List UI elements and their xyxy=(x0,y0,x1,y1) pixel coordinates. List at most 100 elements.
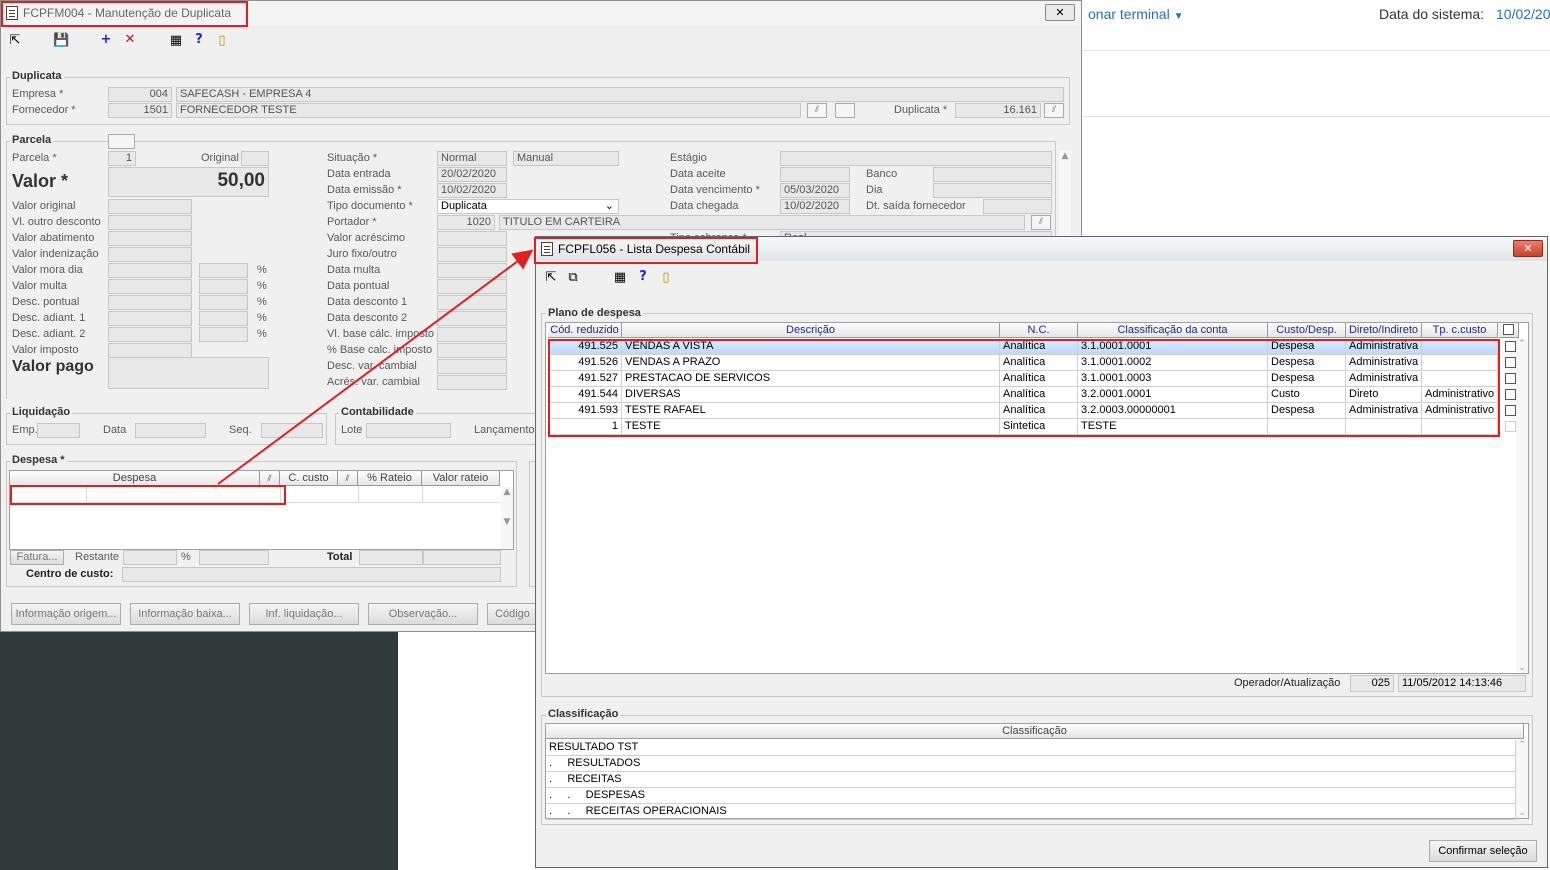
parcela-mid-field[interactable] xyxy=(437,343,507,358)
inf-liquidacao-button[interactable]: Inf. liquidação... xyxy=(249,603,359,625)
parcela-left-field[interactable] xyxy=(108,199,192,214)
ccusto-col-header[interactable]: C. custo xyxy=(280,471,338,486)
parcela-mid-field[interactable] xyxy=(437,279,507,294)
parcela-mid-field[interactable] xyxy=(437,247,507,262)
classificacao-row[interactable]: . RESULTADOS xyxy=(546,756,1516,772)
close-button[interactable]: ✕ xyxy=(1045,4,1075,21)
row-checkbox[interactable] xyxy=(1505,421,1516,432)
despesa-col-header[interactable]: Despesa xyxy=(10,471,260,486)
parcela-percent-field[interactable] xyxy=(199,263,248,278)
original-field[interactable] xyxy=(241,151,269,166)
calculator-icon[interactable]: ▦ xyxy=(612,270,628,286)
duplicata-search-button[interactable]: ⫽ xyxy=(1044,103,1064,118)
parcela-left-field[interactable] xyxy=(108,327,192,342)
classificacao-row[interactable]: . . RECEITAS OPERACIONAIS xyxy=(546,804,1516,820)
list-window-title: FCPFL056 - Lista Despesa Contábil xyxy=(558,242,751,256)
data-aceite-field[interactable] xyxy=(780,167,850,182)
classificacao-col-header[interactable]: Classificação xyxy=(546,724,1524,739)
add-icon[interactable]: + xyxy=(98,32,114,48)
parcela-mid-field[interactable] xyxy=(437,311,507,326)
parcela-mid-field[interactable] xyxy=(437,327,507,342)
parcela-left-field[interactable] xyxy=(108,343,192,358)
help-icon[interactable]: ? xyxy=(191,32,207,48)
fornecedor-search-button[interactable]: ⫽ xyxy=(807,103,827,118)
door-exit-icon[interactable]: ▯ xyxy=(658,270,674,286)
data-entrada-field[interactable]: 20/02/2020 xyxy=(437,167,507,182)
parcela-percent-field[interactable] xyxy=(199,279,248,294)
save-icon[interactable]: 💾 xyxy=(53,33,69,49)
parcela-field[interactable]: 1 xyxy=(108,151,136,166)
parcela-left-field[interactable] xyxy=(108,311,192,326)
parcela-mid-field[interactable] xyxy=(437,295,507,310)
plano-col-header-codigo[interactable]: Cód. reduzido xyxy=(548,323,622,338)
informacao-baixa-button[interactable]: Informação baixa... xyxy=(130,603,240,625)
delete-icon[interactable]: ✕ xyxy=(122,32,138,48)
parcela-percent-field[interactable] xyxy=(199,327,248,342)
calculator-icon[interactable]: ▦ xyxy=(168,33,184,49)
exit-icon[interactable]: ⇱ xyxy=(543,270,559,286)
row-checkbox[interactable] xyxy=(1505,373,1516,384)
rateio-col-header[interactable]: % Rateio xyxy=(358,471,422,486)
parcela-scrollbar[interactable]: ▲ xyxy=(1059,151,1071,241)
parcela-percent-field[interactable] xyxy=(199,311,248,326)
despesa-row[interactable] xyxy=(10,487,500,503)
parcela-nav-button[interactable] xyxy=(108,134,135,149)
confirmar-selecao-button[interactable]: Confirmar seleção xyxy=(1429,840,1537,862)
door-exit-icon[interactable]: ▯ xyxy=(214,33,230,49)
parcela-left-field[interactable] xyxy=(108,295,192,310)
select-all-header[interactable] xyxy=(1499,323,1519,338)
tipo-documento-select[interactable]: Duplicata ⌄ xyxy=(437,199,619,214)
codigo-button[interactable]: Código xyxy=(487,603,537,625)
parcela-left-field[interactable] xyxy=(108,263,192,278)
copy-icon[interactable]: ⧉ xyxy=(565,270,581,286)
despesa-search-icon[interactable]: ⫽ xyxy=(260,471,280,486)
portador-search-button[interactable]: ⫽ xyxy=(1031,215,1051,230)
informacao-origem-button[interactable]: Informação origem... xyxy=(11,603,121,625)
observacao-button[interactable]: Observação... xyxy=(368,603,478,625)
classificacao-row[interactable]: . . DESPESAS xyxy=(546,788,1516,804)
parcela-left-field[interactable] xyxy=(108,231,192,246)
terminal-link[interactable]: onar terminal ▼ xyxy=(1088,6,1184,22)
classificacao-row[interactable]: RESULTADO TST xyxy=(546,740,1516,756)
empresa-code-field[interactable]: 004 xyxy=(108,87,172,102)
exit-icon[interactable]: ⇱ xyxy=(7,33,23,49)
parcela-mid-field[interactable] xyxy=(437,263,507,278)
dt-saida-field[interactable] xyxy=(983,199,1052,214)
select-all-checkbox[interactable] xyxy=(1503,324,1514,335)
parcela-left-field[interactable] xyxy=(108,215,192,230)
valor-rateio-col-header[interactable]: Valor rateio xyxy=(422,471,500,486)
row-checkbox[interactable] xyxy=(1505,341,1516,352)
row-checkbox[interactable] xyxy=(1505,405,1516,416)
despesa-scrollbar[interactable]: ▲ ▼ xyxy=(501,487,513,549)
parcela-mid-field[interactable] xyxy=(437,231,507,246)
fatura-button[interactable]: Fatura... xyxy=(10,550,64,565)
fornecedor-code-field[interactable]: 1501 xyxy=(108,103,172,118)
close-button[interactable]: ✕ xyxy=(1513,240,1543,257)
plano-col-header-classificacao[interactable]: Classificação da conta xyxy=(1078,323,1268,338)
plano-scrollbar[interactable]: ⌃ ⌄ xyxy=(1516,339,1528,673)
parcela-mid-field[interactable] xyxy=(437,375,507,390)
data-chegada-field[interactable]: 10/02/2020 xyxy=(780,199,850,214)
row-checkbox[interactable] xyxy=(1505,389,1516,400)
parcela-left-field[interactable] xyxy=(108,247,192,262)
plano-col-header-nc[interactable]: N.C. xyxy=(1000,323,1078,338)
valor-field[interactable]: 50,00 xyxy=(108,167,269,197)
help-icon[interactable]: ? xyxy=(635,269,651,285)
plano-col-header-tp[interactable]: Tp. c.custo xyxy=(1422,323,1498,338)
plano-col-header-descricao[interactable]: Descrição xyxy=(622,323,1000,338)
plano-col-header-custo[interactable]: Custo/Desp. xyxy=(1268,323,1346,338)
ccusto-search-icon[interactable]: ⫽ xyxy=(338,471,358,486)
data-emissao-field[interactable]: 10/02/2020 xyxy=(437,183,507,198)
portador-code-field[interactable]: 1020 xyxy=(437,215,495,230)
parcela-mid-field[interactable] xyxy=(437,359,507,374)
classificacao-scrollbar[interactable]: ⌃ ⌄ xyxy=(1516,740,1528,818)
fornecedor-extra-button[interactable] xyxy=(835,103,855,118)
classificacao-row[interactable]: . RECEITAS xyxy=(546,772,1516,788)
parcela-percent-field[interactable] xyxy=(199,295,248,310)
duplicata-field[interactable]: 16.161 xyxy=(955,103,1041,118)
data-vencimento-field[interactable]: 05/03/2020 xyxy=(780,183,850,198)
plano-col-header-direto[interactable]: Direto/Indireto xyxy=(1346,323,1422,338)
parcela-left-field[interactable] xyxy=(108,279,192,294)
row-checkbox[interactable] xyxy=(1505,357,1516,368)
situacao-field[interactable]: Normal xyxy=(437,151,507,166)
